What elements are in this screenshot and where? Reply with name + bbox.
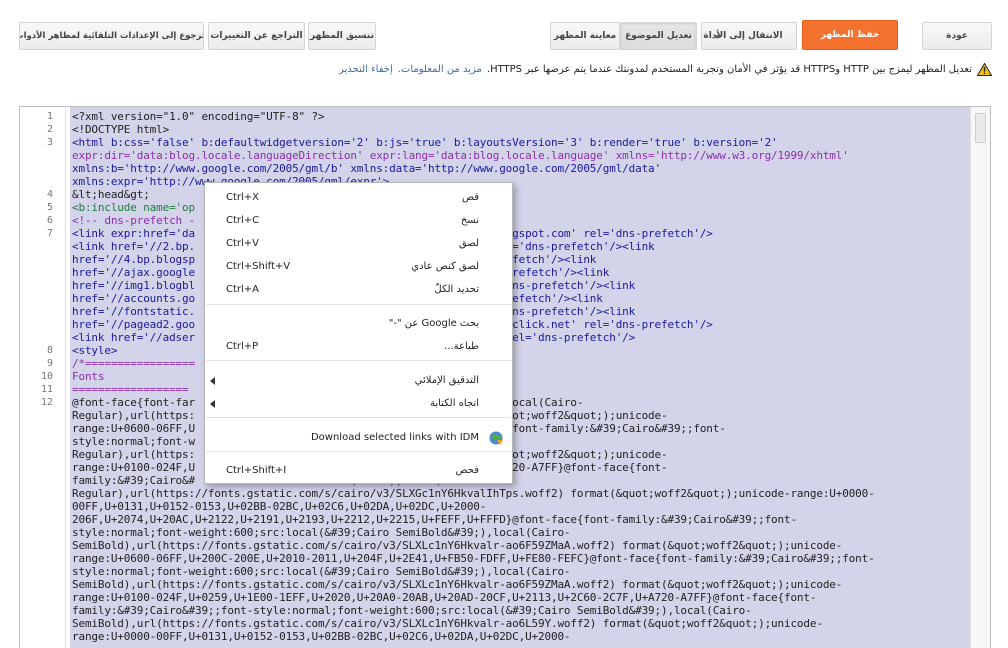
menu-item-label: قص (461, 192, 479, 203)
submenu-arrow-icon (210, 377, 215, 385)
edit-theme-tab[interactable]: تعديل الموضوع (620, 22, 697, 50)
code-line: SemiBold),url(https://fonts.gstatic.com/… (72, 539, 843, 552)
code-line: Fonts (72, 370, 105, 383)
line-number: 11 (40, 384, 53, 395)
code-line: ================== (72, 383, 189, 396)
menu-item-shortcut: Ctrl+V (226, 238, 260, 249)
code-line: SemiBold),url(https://fonts.gstatic.com/… (72, 578, 843, 591)
code-line: range:U+0600-06FF,U+200C-200E,U+2010-201… (72, 552, 875, 565)
menu-item-shortcut: Ctrl+C (226, 215, 260, 226)
menu-item-copy[interactable]: Ctrl+C نسخ (205, 210, 512, 232)
line-number: 12 (40, 397, 53, 408)
menu-item-search-google[interactable]: بحث Google عن "-" (205, 313, 512, 335)
jump-to-widget-dropdown[interactable]: الانتقال إلى الأداة (701, 22, 797, 50)
menu-item-label: نسخ (460, 215, 479, 226)
idm-globe-icon (488, 430, 504, 446)
menu-item-label: لصق كنص عادي (411, 261, 479, 272)
code-line: range:U+0000-00FF,U+0131,U+0152-0153,U+0… (72, 630, 571, 643)
menu-item-writing-direction[interactable]: اتجاه الكتابة (205, 393, 512, 415)
code-line: <!-- dns-prefetch - (72, 214, 195, 227)
menu-item-label: التدقيق الإملائي (414, 375, 479, 386)
code-line: <?xml version="1.0" encoding="UTF-8" ?> (72, 110, 325, 123)
menu-item-cut[interactable]: Ctrl+X قص (205, 187, 512, 209)
save-theme-button[interactable]: حفظ المظهر (802, 20, 898, 50)
line-number: 4 (46, 189, 53, 200)
warning-text: تعديل المظهر ليمزج بين HTTP وHTTPS قد يؤ… (486, 63, 972, 75)
menu-item-label: Download selected links with IDM (310, 432, 479, 443)
menu-item-label: فحص (455, 465, 480, 476)
line-number: 6 (46, 215, 53, 226)
menu-item-spell-check[interactable]: التدقيق الإملائي (205, 370, 512, 392)
line-number: 5 (46, 202, 53, 213)
menu-item-label: طباعة... (444, 341, 479, 352)
revert-widget-templates-button[interactable]: الرجوع إلى الإعدادات التلقائية لمظاهر ال… (19, 22, 204, 50)
format-theme-button[interactable]: تنسيق المظهر (308, 22, 376, 50)
revert-changes-button[interactable]: التراجع عن التغييرات (208, 22, 305, 50)
menu-separator (206, 451, 511, 452)
http-warning: تعديل المظهر ليمزج بين HTTP وHTTPS قد يؤ… (339, 60, 992, 78)
theme-editor-toolbar: عودة حفظ المظهر الانتقال إلى الأداة تعدي… (0, 0, 1008, 100)
menu-item-shortcut: Ctrl+Shift+V (226, 261, 291, 272)
code-line: /*================= (72, 357, 195, 370)
menu-separator (206, 304, 511, 305)
menu-item-idm-download[interactable]: Download selected links with IDM (205, 427, 512, 449)
code-line: style:normal;font-w (72, 435, 195, 448)
code-line: expr:dir='data:blog.locale.languageDirec… (72, 149, 849, 162)
code-line: 00FF,U+0131,U+0152-0153,U+02BB-02BC,U+02… (72, 500, 487, 513)
code-line: <style> (72, 344, 118, 357)
menu-item-shortcut: Ctrl+Shift+I (226, 465, 287, 476)
chevron-down-icon (713, 35, 721, 39)
code-line: <!DOCTYPE html> (72, 123, 170, 136)
menu-item-label: بحث Google عن "-" (388, 318, 479, 329)
menu-item-print[interactable]: Ctrl+P طباعة... (205, 336, 512, 358)
line-number: 10 (40, 371, 53, 382)
menu-item-label: لصق (458, 238, 479, 249)
code-line: <b:include name='op (72, 201, 195, 214)
code-line: SemiBold),url(https://fonts.gstatic.com/… (72, 617, 823, 630)
warning-icon (977, 62, 992, 76)
line-number: 1 (46, 111, 53, 122)
menu-item-inspect[interactable]: Ctrl+Shift+I فحص (205, 460, 512, 482)
line-number: 8 (46, 345, 53, 356)
line-number: 2 (46, 124, 53, 135)
menu-item-label: اتجاه الكتابة (429, 398, 479, 409)
dismiss-warning-link[interactable]: إخفاء التحذير (339, 64, 393, 75)
code-line: family:&#39;Cairo&#39;;font-style:normal… (72, 604, 752, 617)
menu-item-label: تحديد الكلّ (434, 284, 479, 295)
menu-item-paste-plain-text[interactable]: Ctrl+Shift+V لصق كنص عادي (205, 256, 512, 278)
line-number: 7 (46, 228, 53, 239)
line-number-gutter: 1 2 3 4 5 6 7 8 9 10 11 12 (20, 107, 66, 648)
menu-separator (206, 360, 511, 361)
code-line: xmlns:b='http://www.google.com/2005/gml/… (72, 162, 662, 175)
code-line: &lt;head&gt; (72, 188, 150, 201)
vertical-scrollbar[interactable] (970, 107, 990, 648)
menu-item-shortcut: Ctrl+P (226, 341, 259, 352)
menu-item-shortcut: Ctrl+X (226, 192, 260, 203)
submenu-arrow-icon (210, 400, 215, 408)
code-line: Regular),url(https://fonts.gstatic.com/s… (72, 487, 875, 500)
code-line: 206F,U+2074,U+20AC,U+2122,U+2191,U+2193,… (72, 513, 797, 526)
code-line: style:normal;font-weight:600;src:local(&… (72, 565, 571, 578)
back-button[interactable]: عودة (922, 22, 992, 50)
line-number: 3 (46, 137, 53, 148)
menu-item-paste[interactable]: Ctrl+V لصق (205, 233, 512, 255)
line-number: 9 (46, 358, 53, 369)
more-info-link[interactable]: مزيد من المعلومات. (398, 64, 482, 75)
preview-theme-tab[interactable]: معاينة المظهر (550, 22, 620, 50)
menu-item-shortcut: Ctrl+A (226, 284, 260, 295)
code-line: <html b:css='false' b:defaultwidgetversi… (72, 136, 778, 149)
context-menu: Ctrl+X قص Ctrl+C نسخ Ctrl+V لصق Ctrl+Shift+V لص… (204, 182, 513, 484)
code-line: style:normal;font-weight:600;src:local(&… (72, 526, 571, 539)
menu-separator (206, 417, 511, 418)
menu-item-select-all[interactable]: Ctrl+A تحديد الكلّ (205, 279, 512, 301)
code-line: range:U+0100-024F,U+0259,U+1E00-1EFF,U+2… (72, 591, 817, 604)
scrollbar-thumb[interactable] (975, 113, 986, 143)
